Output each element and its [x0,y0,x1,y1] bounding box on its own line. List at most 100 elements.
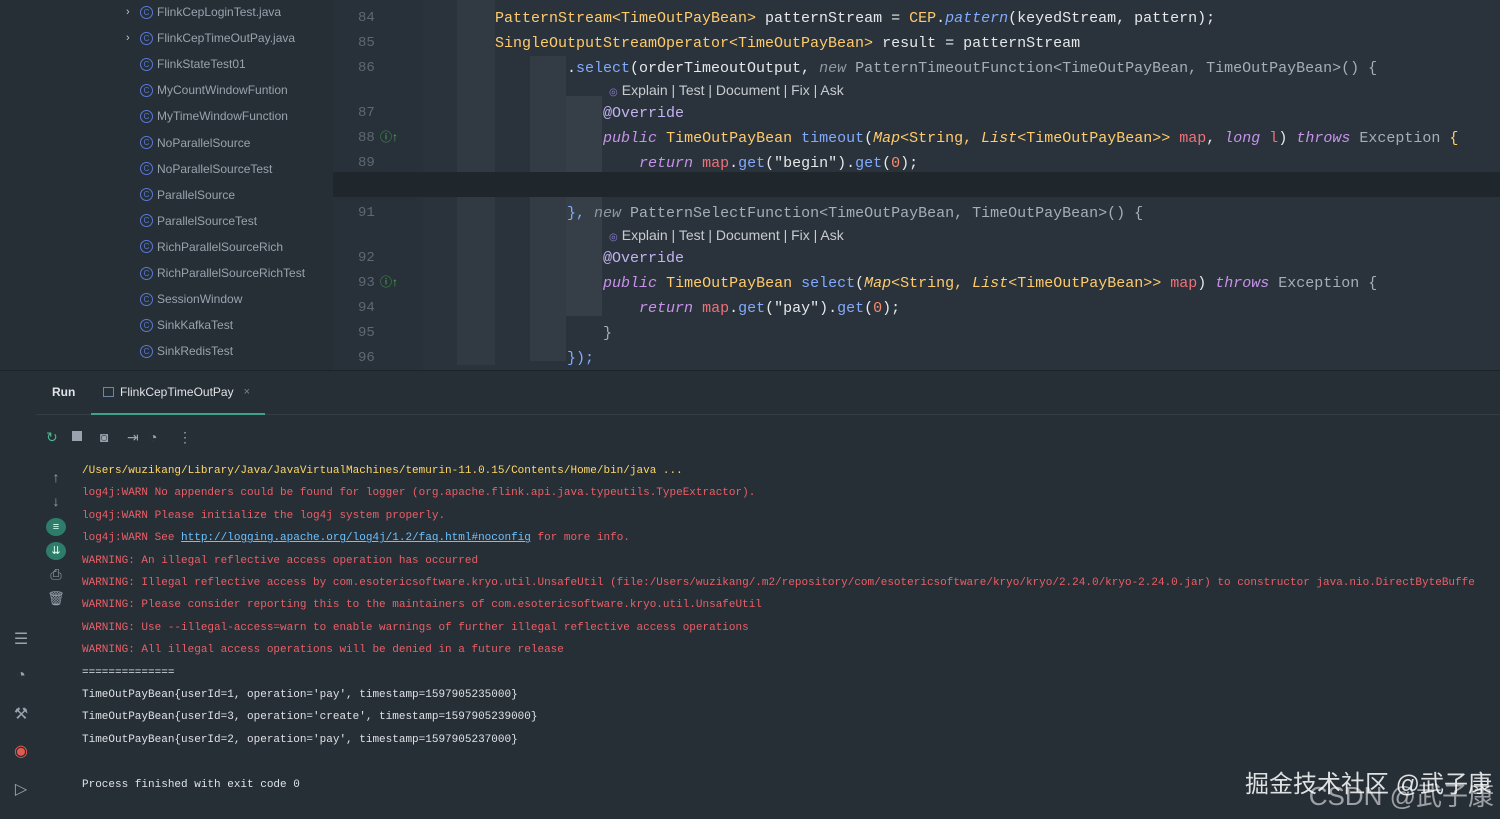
code-token: Exception [1350,130,1450,147]
tree-item[interactable]: › C FlinkCepLoginTest.java [126,2,281,22]
code-line: }); [495,346,594,371]
code-token: ("pay"). [765,300,838,317]
code-token: ( [864,300,874,317]
code-token: get [837,300,865,317]
tree-item-label: MyTimeWindowFunction [157,109,288,124]
code-token: ("begin"). [765,155,856,172]
tree-item[interactable]: C SinkKafkaTest [140,315,233,335]
tree-item[interactable]: C RichParallelSourceRich [140,237,283,257]
code-token: return [639,155,694,172]
tree-item[interactable]: C RichParallelSourceRichTest [140,263,305,283]
code-token: ); [900,155,919,172]
class-icon: C [140,162,153,176]
profiler-icon[interactable]: ◔ [149,429,157,445]
run-title: Run [52,385,76,399]
code-token: <String, [900,130,982,147]
line-number: 96 [358,350,375,366]
console-line: Process finished with exit code 0 [82,777,300,793]
chevron-right-icon[interactable]: › [126,32,130,44]
exit-icon[interactable]: ⇥ [127,429,139,446]
tree-item[interactable]: C ParallelSourceTest [140,211,257,231]
ai-gem-icon: ◎ [609,87,618,98]
inlay-hint[interactable]: ◎ Explain | Test | Document | Fix | Ask [609,225,844,245]
code-token: @Override [495,105,685,122]
code-token: <TimeOutPayBean>> [1017,130,1171,147]
rerun-icon[interactable]: ↻ [46,429,58,446]
tree-item[interactable]: C NoParallelSource [140,133,250,153]
scroll-down-icon[interactable]: ↓ [46,493,66,509]
code-token: List [981,130,1018,147]
tree-item[interactable]: C ParallelSource [140,185,235,205]
tree-item[interactable]: C MyCountWindowFuntion [140,80,288,100]
code-token: List [972,275,1009,292]
console-line: WARNING: All illegal access operations w… [82,642,564,658]
tree-item-label: SinkKafkaTest [157,318,234,333]
problems-icon[interactable]: ◉ [11,741,31,761]
scroll-up-icon[interactable]: ↑ [46,469,66,485]
stop-icon[interactable] [72,431,82,441]
close-tab-button[interactable]: × [244,386,250,398]
tree-item[interactable]: C FlinkStateTest01 [140,54,246,74]
class-icon: C [140,109,153,123]
tree-item[interactable]: C SessionWindow [140,289,242,309]
code-token: ) [1278,130,1297,147]
implements-method-icon[interactable]: ⓘ↑ [380,273,398,290]
run-tabbar: Run FlinkCepTimeOutPay × [36,371,1500,415]
console-line: TimeOutPayBean{userId=2, operation='pay'… [82,732,518,748]
implements-method-icon[interactable]: ⓘ↑ [380,128,398,145]
code-token: public [603,275,658,292]
tree-item[interactable]: › C FlinkCepTimeOutPay.java [126,28,295,48]
more-icon[interactable]: ⋮ [178,429,192,446]
console-line: log4j:WARN See http://logging.apache.org… [82,530,630,546]
tree-item-label: ParallelSource [157,187,236,202]
tree-item[interactable]: C MyTimeWindowFunction [140,106,288,126]
code-line: public TimeOutPayBean select(Map<String,… [495,271,1377,296]
soft-wrap-icon[interactable]: ≡ [46,518,66,536]
camera-icon[interactable]: ◙ [100,429,108,445]
code-token: get [855,155,883,172]
structure-icon[interactable]: ☰ [11,629,31,649]
line-number: 86 [358,60,375,76]
code-line: SingleOutputStreamOperator<TimeOutPayBea… [495,31,1080,56]
chevron-right-icon[interactable]: › [126,6,130,18]
code-token: Map [864,275,892,292]
line-number: 85 [358,35,375,51]
console-text: WARNING: All illegal access operations w… [82,644,564,657]
console-line: TimeOutPayBean{userId=3, operation='crea… [82,709,537,725]
tree-item[interactable]: C NoParallelSourceTest [140,159,272,179]
code-token: ( [882,155,892,172]
console-line: ============== [82,665,174,681]
code-token: 0 [873,300,883,317]
code-line: PatternStream<TimeOutPayBean> patternStr… [495,6,1215,31]
code-token: return [639,300,694,317]
code-token: <TimeOutPayBean>> [1008,275,1162,292]
console-line: log4j:WARN Please initialize the log4j s… [82,508,445,524]
trash-icon[interactable]: 🗑 [46,590,66,607]
console-text: WARNING: An illegal reflective access op… [82,554,479,567]
tab-flinkceptimeoutpay[interactable]: FlinkCepTimeOutPay × [91,371,265,415]
services-icon[interactable]: ▷ [11,779,31,799]
code-token: patternStream = [756,10,910,27]
project-tree: › C FlinkCepLoginTest.java › C FlinkCepTimeOu… [0,0,333,370]
profiler-tool-icon[interactable]: ◔ [11,667,31,685]
inlay-hint[interactable]: ◎ Explain | Test | Document | Fix | Ask [609,80,844,100]
console-text: ============== [82,666,175,679]
code-token: long [1224,130,1261,147]
console-icon [103,387,114,397]
code-token: get [738,155,766,172]
tree-item[interactable]: C SinkRedisTest [140,341,233,361]
console-link[interactable]: http://logging.apache.org/log4j/1.2/faq.… [181,532,531,544]
code-token: ); [882,300,901,317]
scroll-to-end-icon[interactable]: ⇊ [46,542,66,560]
code-token: new [819,60,847,77]
code-token: . [729,155,739,172]
build-icon[interactable]: ⚒ [11,704,31,724]
print-icon[interactable]: ⎙ [46,566,66,583]
code-token: throws [1296,130,1351,147]
console-line: WARNING: Illegal reflective access by co… [82,575,1475,591]
inlay-hint-text: Explain | Test | Document | Fix | Ask [621,227,844,243]
code-token: } [495,325,613,342]
